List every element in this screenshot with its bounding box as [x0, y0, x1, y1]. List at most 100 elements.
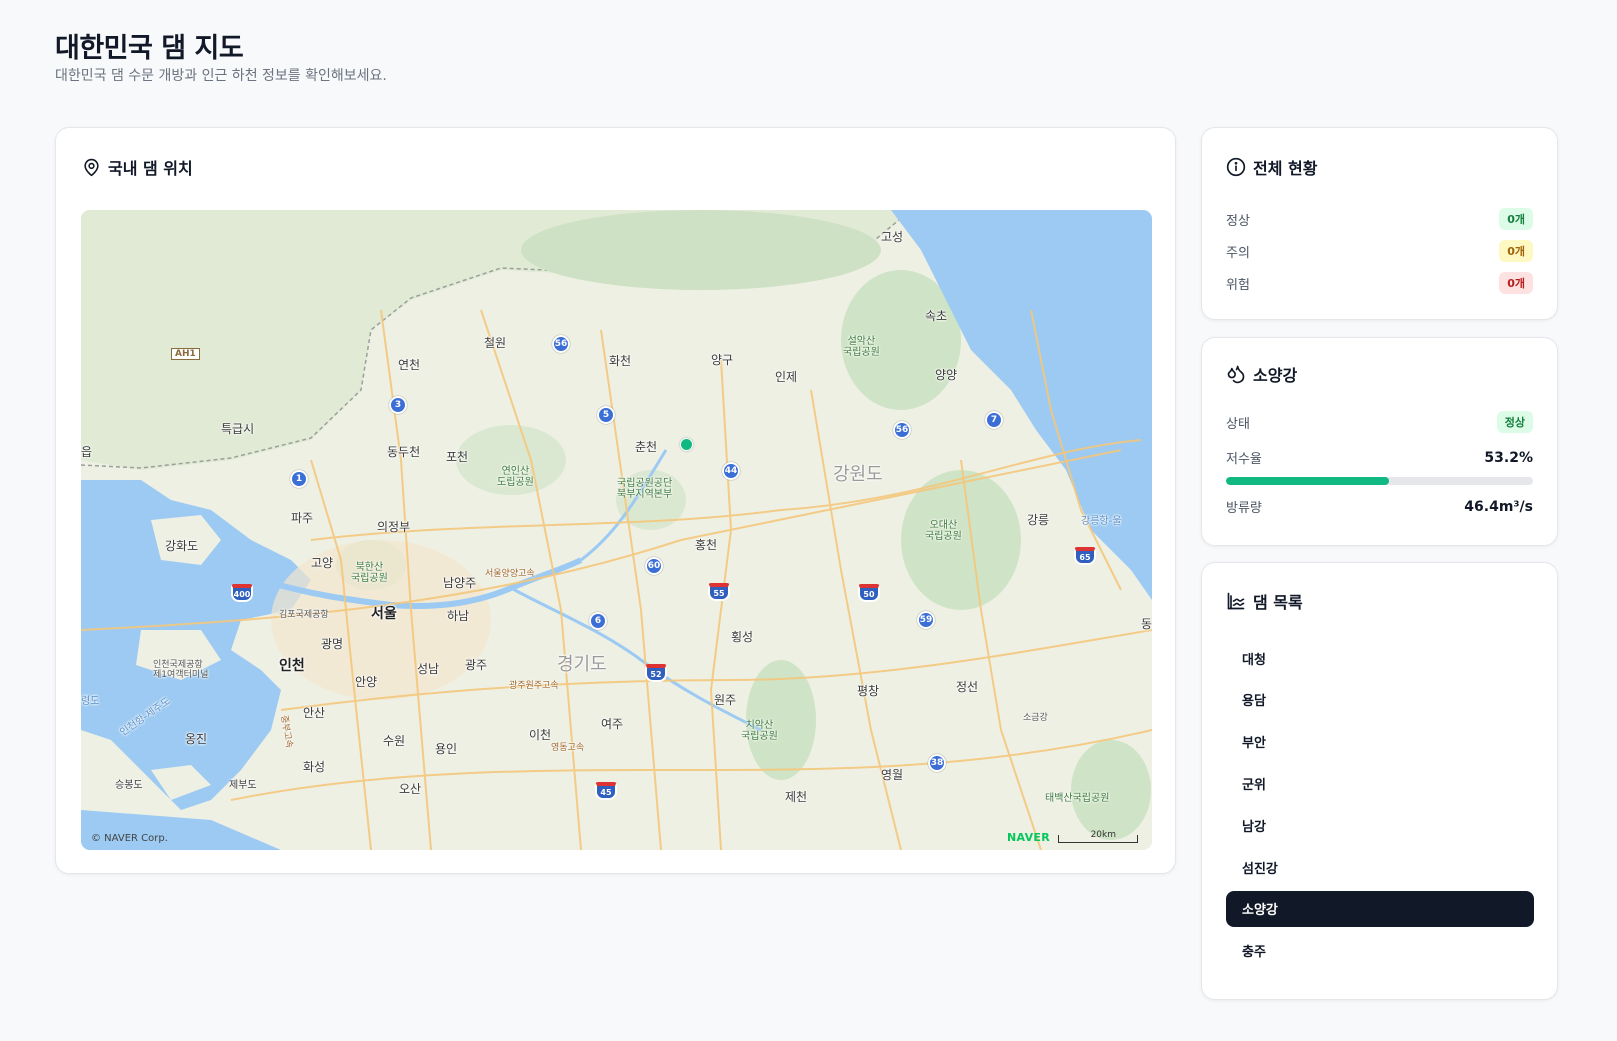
- map-label-jecheon: 제천: [785, 790, 808, 804]
- map-card-title: 국내 댐 위치: [82, 155, 193, 179]
- map-label-teukgeupsi: 특급시: [221, 422, 255, 436]
- map-scale-bar: [1058, 835, 1138, 843]
- water-drops-icon: [1227, 365, 1245, 384]
- dam-list-item[interactable]: 부안: [1226, 724, 1534, 760]
- status-count-badge: 0개: [1499, 208, 1533, 230]
- map-label-seungbongdo: 승봉도: [115, 780, 143, 791]
- detail-storage-label: 저수율: [1226, 452, 1262, 467]
- map-label-chuncheon: 춘천: [635, 440, 658, 454]
- map-label-yeoncheon: 연천: [398, 358, 421, 372]
- map-label-ongjin: 옹진: [185, 732, 208, 746]
- route-shield: 44: [722, 462, 740, 480]
- map-label-wonju: 원주: [714, 693, 737, 707]
- status-card-title: 전체 현황: [1226, 155, 1317, 179]
- status-row-danger: 위험 0개: [1226, 272, 1533, 294]
- map-label-ganghwado: 강화도: [165, 539, 199, 553]
- map-label-yanggu: 양구: [711, 353, 734, 367]
- status-count-badge: 0개: [1499, 272, 1533, 294]
- route-shield: 7: [985, 411, 1003, 429]
- dam-icon: [1227, 592, 1245, 610]
- storage-progress-bar: [1226, 477, 1533, 485]
- map-pin-icon: [84, 158, 99, 176]
- map-label-park-office: 국립공원공단 북부지역본부: [617, 478, 673, 500]
- detail-discharge-label: 방류량: [1226, 501, 1262, 516]
- map-label-cheorwon: 철원: [484, 336, 507, 350]
- status-label: 정상: [1226, 213, 1250, 229]
- dam-list-item[interactable]: 대청: [1226, 640, 1534, 676]
- dam-list-item[interactable]: 남강: [1226, 807, 1534, 843]
- status-row-caution: 주의 0개: [1226, 240, 1533, 262]
- detail-storage-row: 저수율 53.2%: [1226, 448, 1533, 468]
- map-label-dongducheon: 동두천: [387, 445, 421, 459]
- dam-list-card: 댐 목록 대청용담부안군위남강섬진강소양강충주: [1201, 562, 1558, 1000]
- map-label-osan: 오산: [399, 782, 422, 796]
- naver-logo: NAVER: [1007, 831, 1050, 844]
- map-label-hwacheon: 화천: [609, 354, 632, 368]
- status-card-title-text: 전체 현황: [1253, 159, 1318, 178]
- map-label-sogeumgang: 소금강: [1023, 713, 1048, 723]
- status-label: 위험: [1226, 277, 1250, 293]
- detail-card-title-text: 소양강: [1253, 366, 1298, 385]
- map-label-yeoninsan: 연인산 도립공원: [497, 466, 534, 488]
- route-ah1: AH1: [171, 348, 200, 360]
- map-label-dong: 동: [1141, 617, 1152, 631]
- overall-status-card: 전체 현황 정상 0개 주의 0개 위험 0개: [1201, 127, 1558, 320]
- map-label-paju: 파주: [291, 511, 314, 525]
- route-shield: 59: [917, 611, 935, 629]
- list-card-title: 댐 목록: [1226, 589, 1303, 613]
- dam-list-item[interactable]: 섬진강: [1226, 849, 1534, 885]
- map-label-yeongdo: 령도: [81, 696, 100, 707]
- highway-shield: 65: [1074, 547, 1096, 565]
- route-shield: 60: [645, 557, 663, 575]
- dam-detail-card: 소양강 상태 정상 저수율 53.2% 방류량 46.4m³/s: [1201, 337, 1558, 546]
- map-label-namyangju: 남양주: [443, 576, 477, 590]
- map-label-hanam: 하남: [447, 609, 470, 623]
- map-label-uijeongbu: 의정부: [377, 520, 411, 534]
- map-label-gwangmyeong: 광명: [321, 637, 344, 651]
- dam-list-item[interactable]: 소양강: [1226, 890, 1534, 927]
- map-label-suwon: 수원: [383, 734, 406, 748]
- dam-list-item[interactable]: 용담: [1226, 682, 1534, 718]
- storage-progress-fill: [1226, 477, 1390, 485]
- map-label-ansan: 안산: [303, 706, 326, 720]
- status-row-normal: 정상 0개: [1226, 208, 1533, 230]
- dam-list-item[interactable]: 군위: [1226, 765, 1534, 801]
- map-label-incheon-airport: 인천국제공항 제1여객터미널: [153, 660, 209, 680]
- list-card-title-text: 댐 목록: [1253, 593, 1303, 612]
- map-label-anyang: 안양: [355, 675, 378, 689]
- detail-status-label: 상태: [1226, 416, 1250, 432]
- map-label-icheon: 이천: [529, 728, 552, 742]
- map-label-hwaseong: 화성: [303, 760, 326, 774]
- map-label-goseong: 고성: [881, 230, 904, 244]
- map-label-seoul: 서울: [371, 606, 397, 622]
- map-label-eup: 읍: [81, 445, 93, 459]
- map-label-bukhansan: 북한산 국립공원: [351, 562, 388, 584]
- detail-discharge-row: 방류량 46.4m³/s: [1226, 497, 1533, 517]
- highway-shield: 400: [231, 584, 253, 602]
- map-label-seoraksan: 설악산 국립공원: [843, 336, 880, 358]
- map-label-yeoju: 여주: [601, 717, 624, 731]
- map-label-yangyang: 양양: [935, 368, 958, 382]
- map-label-gimpo-airport: 김포국제공항: [279, 610, 329, 620]
- dam-marker-soyanggang[interactable]: [680, 438, 693, 451]
- page-title: 대한민국 댐 지도: [55, 33, 244, 64]
- map-label-chiaksan: 치악산 국립공원: [741, 720, 778, 742]
- map-copyright: © NAVER Corp.: [91, 833, 168, 844]
- map-label-odaesan: 오대산 국립공원: [925, 520, 962, 542]
- map-label-pyeongchang: 평창: [857, 684, 880, 698]
- map-label-gwangju: 광주: [465, 658, 488, 672]
- highway-shield: 45: [595, 782, 617, 800]
- map-label-jeongseon: 정선: [956, 680, 979, 694]
- map-label-yeongwol: 영월: [881, 768, 904, 782]
- route-shield: 5: [597, 406, 615, 424]
- map-label-sokcho: 속초: [925, 309, 948, 323]
- map-label-gangwondo: 강원도: [833, 464, 883, 485]
- map-label-seongnam: 성남: [417, 662, 440, 676]
- dam-map[interactable]: 고성 속초 양양 인제 양구 화천 철원 연천 춘천 강원도 강릉 홍천 횡성 …: [81, 210, 1152, 850]
- map-label-hoengseong: 횡성: [731, 630, 754, 644]
- map-label-goyang: 고양: [311, 556, 334, 570]
- detail-storage-value: 53.2%: [1484, 449, 1533, 466]
- dam-list-item[interactable]: 충주: [1226, 933, 1534, 969]
- map-label-taebaeksan: 태백산국립공원: [1045, 793, 1110, 804]
- map-label-inje: 인제: [775, 370, 798, 384]
